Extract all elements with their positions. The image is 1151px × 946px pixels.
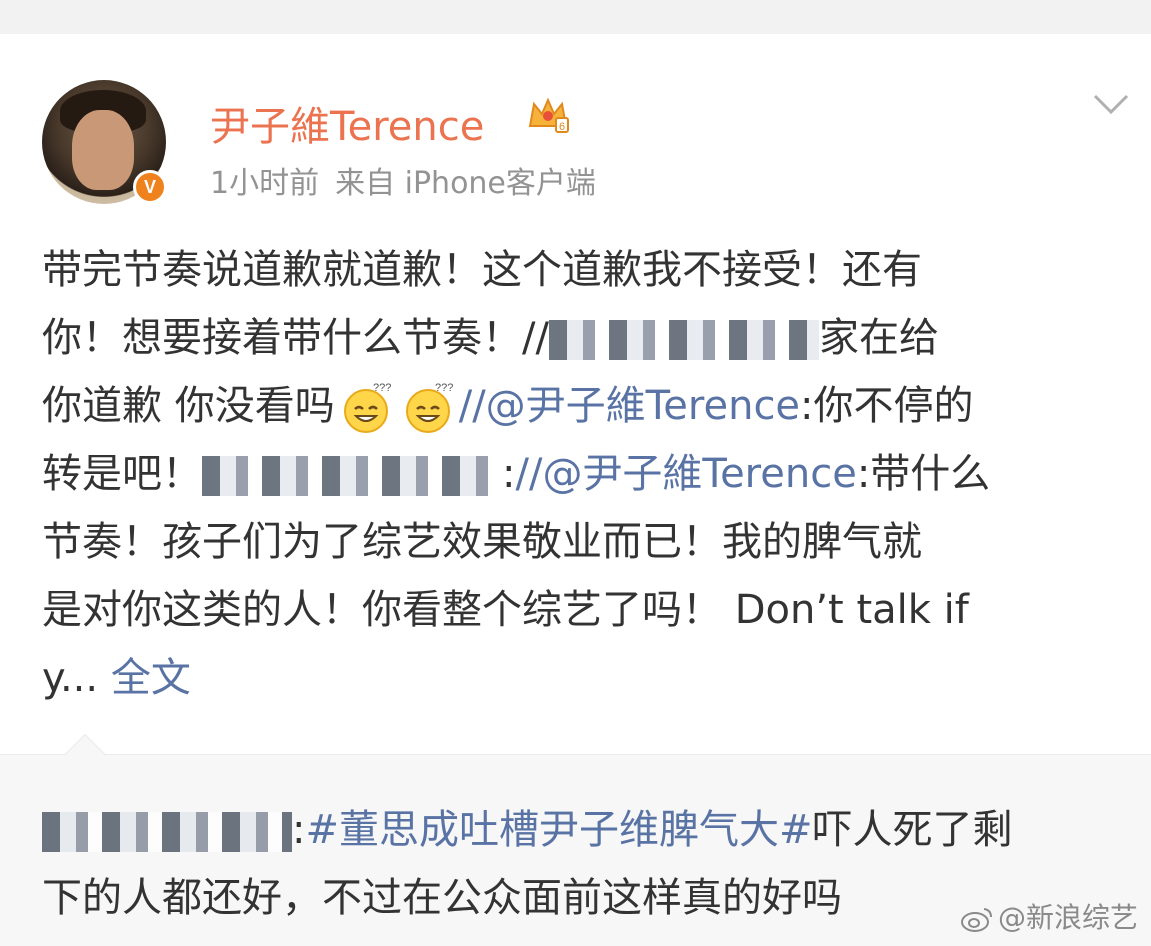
mention-link[interactable]: //@尹子維Terence (515, 451, 856, 497)
post-body-text: 你道歉 你没看吗 (42, 383, 335, 429)
post-card[interactable]: V 尹子維Terence 6 1小时前 来自 iPhone客户端 带完节奏说道歉就… (0, 34, 1151, 754)
watermark: @新浪综艺 (960, 896, 1138, 936)
verified-badge-icon: V (133, 170, 167, 204)
post-body-text: 转是吧！ (42, 451, 202, 497)
mention-link[interactable]: //@尹子維Terence (459, 383, 800, 429)
post-body-text: 是对你这类的人！你看整个综艺了吗！ Don’t talk if (42, 587, 969, 633)
redacted-username[interactable] (42, 812, 292, 852)
repost-body-text: 吓人死了剩 (812, 807, 1013, 853)
svg-text:???: ??? (373, 382, 391, 394)
dizzy-smile-emoji-icon: ??? (405, 382, 453, 433)
post-meta: 1小时前 来自 iPhone客户端 (210, 158, 596, 202)
post-body-text: 你！想要接着带什么节奏！// (42, 315, 549, 361)
post-body-text: :带什么 (856, 451, 991, 497)
post-body-line: 节奏！孩子们为了综艺效果敬业而已！我的脾气就 (42, 508, 1122, 576)
post-body-line: 是对你这类的人！你看整个综艺了吗！ Don’t talk if (42, 576, 1122, 644)
post-time: 1小时前 (210, 166, 320, 201)
svg-text:6: 6 (559, 121, 565, 133)
post-body-line: 你道歉 你没看吗?????? //@尹子維Terence:你不停的 (42, 372, 1122, 440)
post-body-text: 带完节奏说道歉就道歉！这个道歉我不接受！还有 (42, 247, 922, 293)
avatar-face (72, 110, 134, 190)
post-body-text: 节奏！孩子们为了综艺效果敬业而已！我的脾气就 (42, 519, 922, 565)
top-strip (0, 0, 1151, 34)
repost-body-text: : (292, 807, 306, 853)
repost-body-line: :#董思成吐槽尹子维脾气大#吓人死了剩 (42, 796, 1122, 864)
redacted-username[interactable] (548, 320, 819, 360)
watermark-text: @新浪综艺 (998, 901, 1139, 934)
post-body-line: 你！想要接着带什么节奏！// 家在给 (42, 304, 1122, 372)
redacted-username[interactable] (202, 456, 502, 496)
post-body-text: 家在给 (818, 315, 939, 361)
weibo-logo-icon (961, 908, 992, 932)
svg-text:???: ??? (435, 382, 453, 394)
chevron-down-icon[interactable] (1092, 92, 1130, 118)
post-body-text: : (502, 451, 516, 497)
post-body-line: 转是吧！://@尹子維Terence:带什么 (42, 440, 1122, 508)
post-body-line: 带完节奏说道歉就道歉！这个道歉我不接受！还有 (42, 236, 1122, 304)
post-body-text: :你不停的 (800, 383, 974, 429)
dizzy-smile-emoji-icon: ??? (343, 382, 391, 433)
topic-hashtag-link[interactable]: #董思成吐槽尹子维脾气大# (305, 807, 812, 853)
post-body-line: y... 全文 (42, 644, 1122, 712)
post-source: 来自 iPhone客户端 (335, 166, 596, 201)
vip-crown-icon[interactable]: 6 (526, 96, 570, 136)
mention-link[interactable]: 全文 (111, 655, 191, 701)
post-body-text: y... (42, 655, 111, 701)
repost-body-text: 下的人都还好，不过在公众面前这样真的好吗 (42, 875, 842, 921)
username[interactable]: 尹子維Terence (210, 94, 484, 152)
post-body[interactable]: 带完节奏说道歉就道歉！这个道歉我不接受！还有 你！想要接着带什么节奏！//家在给你… (42, 236, 1122, 712)
